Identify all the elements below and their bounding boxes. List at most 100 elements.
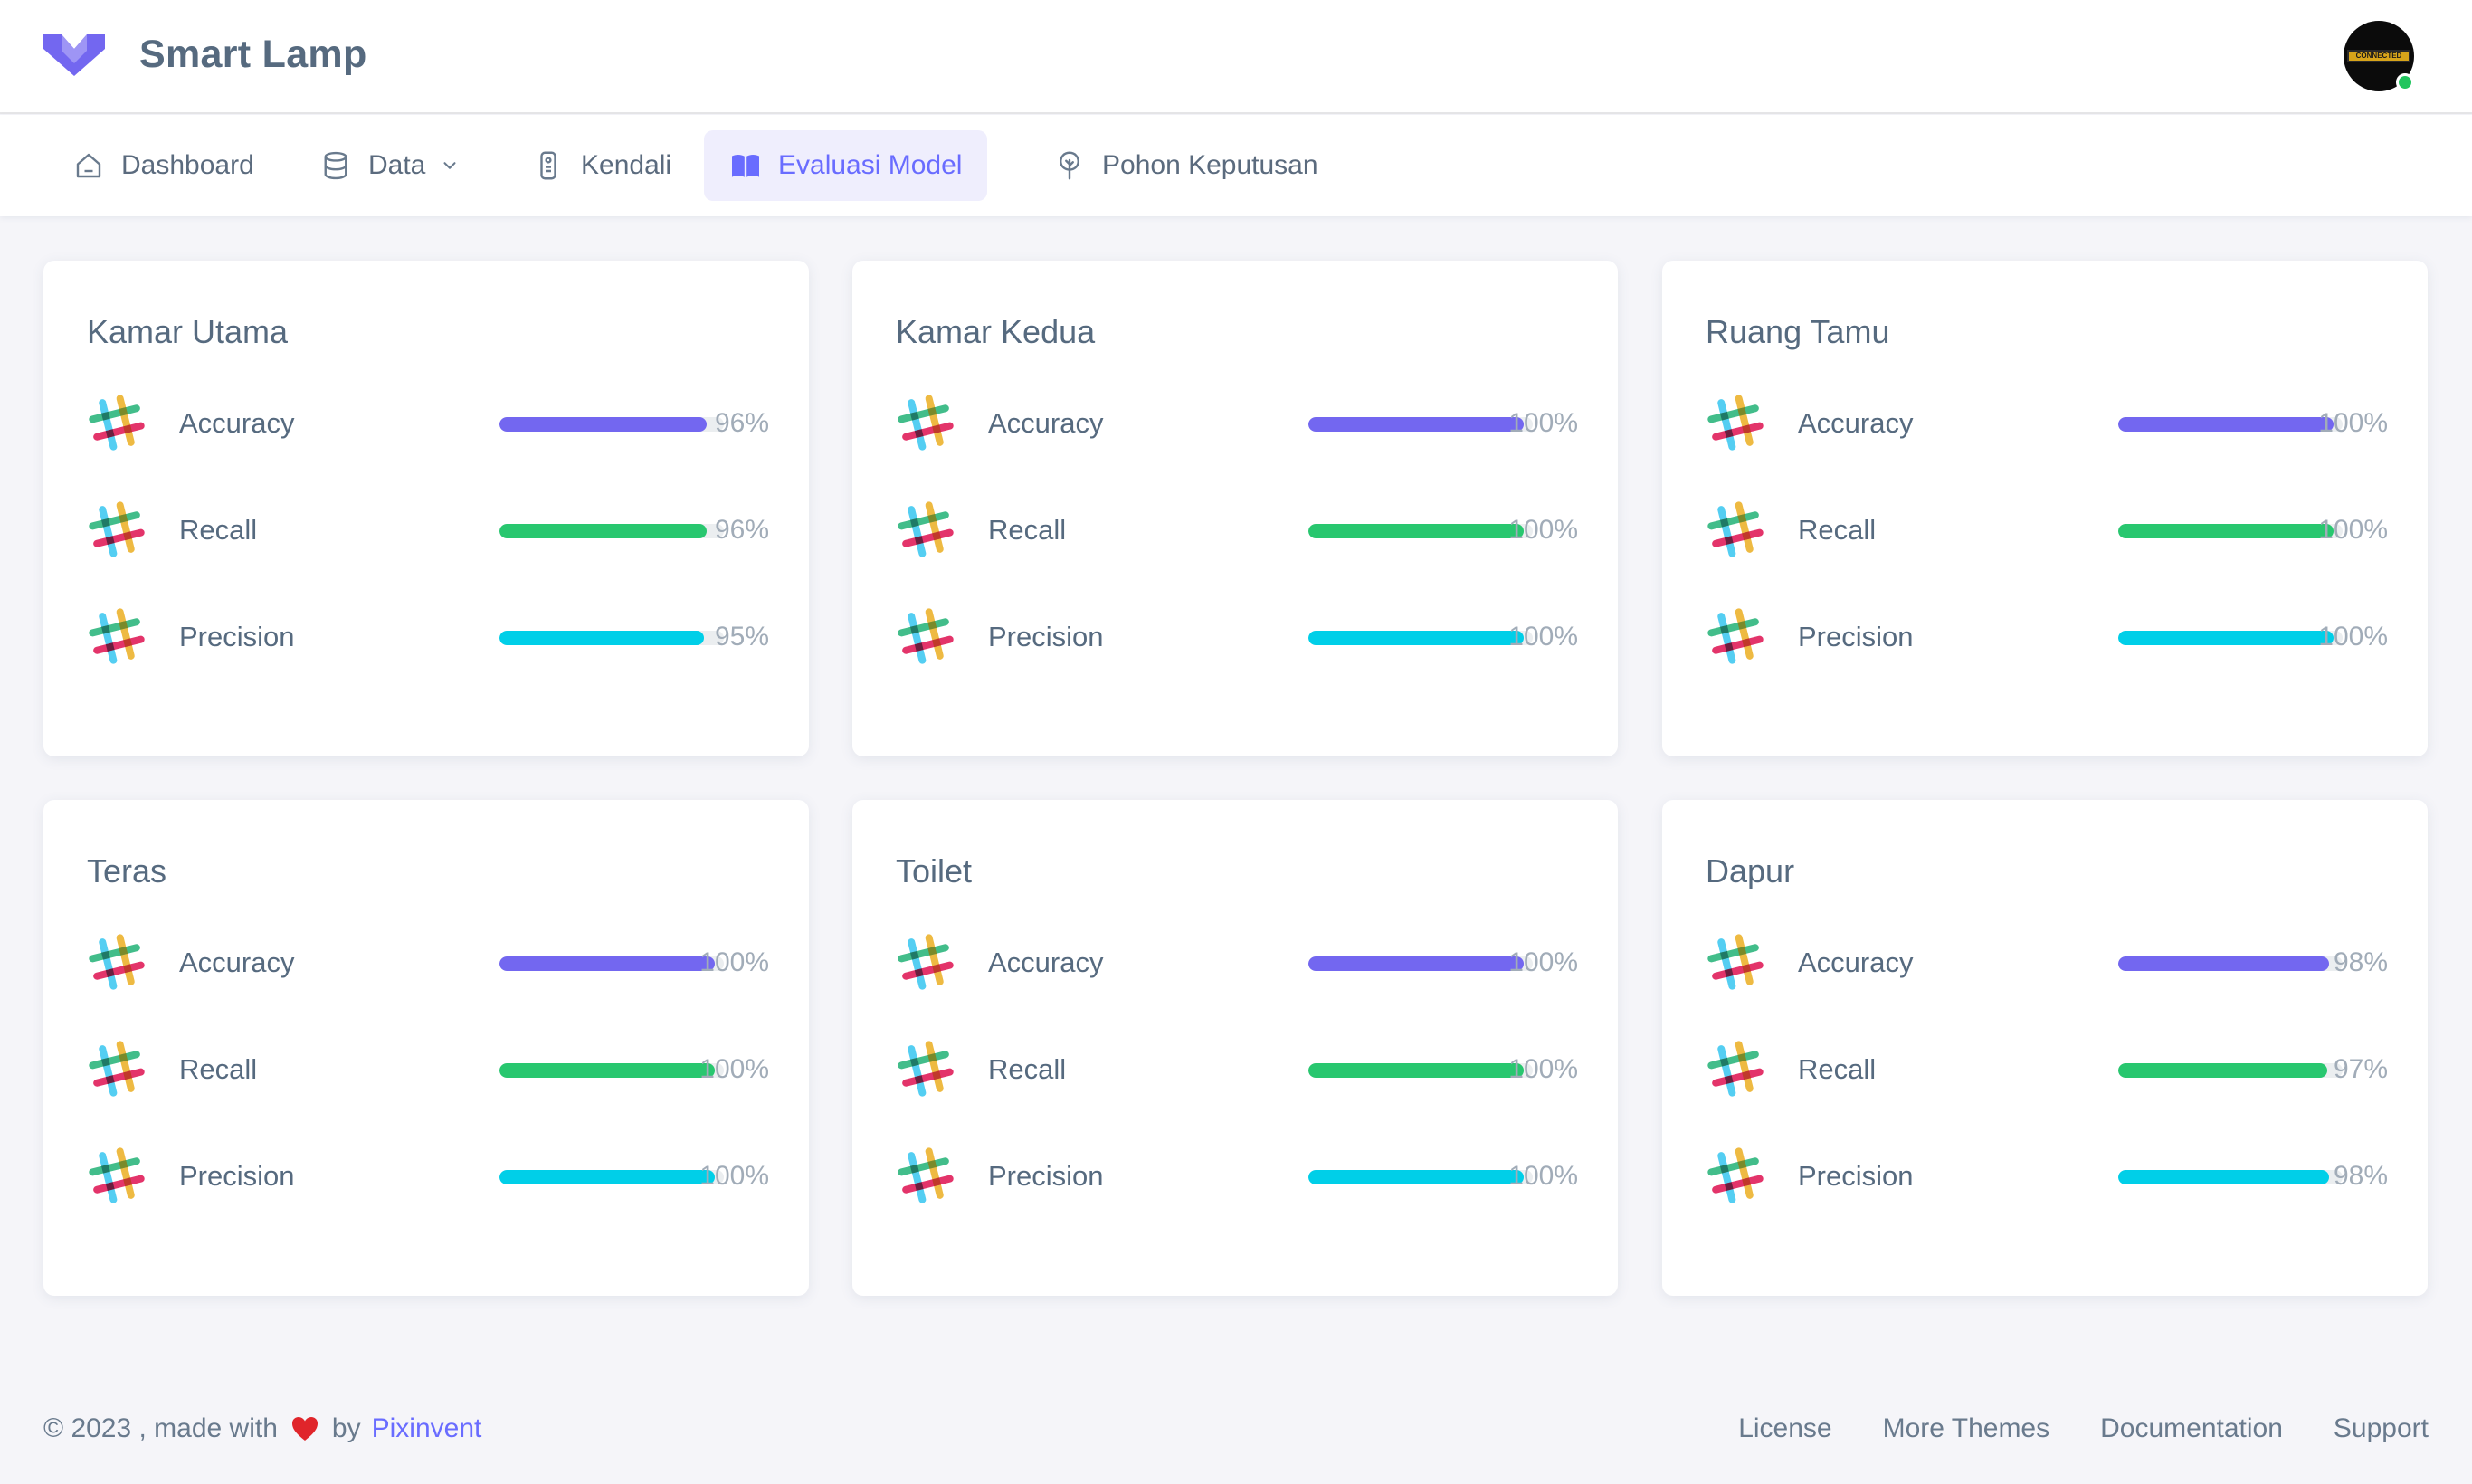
progress-bar (2118, 524, 2343, 538)
progress-bar (1308, 417, 1533, 432)
progress-bar (499, 1063, 724, 1078)
card-title: Dapur (1706, 852, 1795, 889)
footer-link-license[interactable]: License (1738, 1413, 1831, 1444)
progress-fill (1308, 417, 1525, 432)
slack-logo-icon (1706, 1146, 1765, 1205)
metric-label: Accuracy (1798, 947, 1914, 978)
heart-icon (291, 1417, 318, 1441)
online-status-dot (2396, 73, 2414, 91)
footer: © 2023 , made with by Pixinvent License … (0, 1408, 2472, 1453)
nav-label-evaluasi-model: Evaluasi Model (778, 150, 963, 180)
nav-label-kendali: Kendali (581, 150, 672, 180)
slack-logo-icon (1706, 499, 1765, 559)
progress-bar (1308, 956, 1533, 971)
footer-copyright: © 2023 , made with (43, 1413, 278, 1443)
progress-fill (499, 631, 705, 645)
metric-value: 100% (1508, 947, 1578, 977)
app-name: Smart Lamp (139, 32, 367, 76)
brand-logo-icon (43, 34, 105, 76)
nav-item-dashboard[interactable]: Dashboard (47, 130, 280, 201)
nav-item-pohon-keputusan[interactable]: Pohon Keputusan (1028, 130, 1344, 201)
brand[interactable]: Smart Lamp (42, 31, 367, 78)
metric-label: Recall (1798, 514, 1877, 546)
metric-label: Recall (988, 514, 1067, 546)
card-title: Toilet (896, 852, 973, 889)
footer-link-documentation[interactable]: Documentation (2100, 1413, 2283, 1444)
progress-fill (499, 524, 707, 538)
nav-label-pohon-keputusan: Pohon Keputusan (1102, 150, 1318, 180)
user-avatar[interactable]: CONNECTED CRAB (2344, 21, 2414, 91)
slack-logo-icon (1706, 1039, 1765, 1099)
slack-logo-icon (896, 393, 956, 452)
footer-links: License More Themes Documentation Suppor… (1688, 1413, 2429, 1444)
footer-link-more-themes[interactable]: More Themes (1883, 1413, 2050, 1444)
progress-fill (1308, 956, 1525, 971)
nav-label-data: Data (368, 150, 426, 180)
footer-brand-link[interactable]: Pixinvent (372, 1413, 482, 1444)
metric-label: Precision (1798, 621, 1914, 652)
metric-card: Kamar Kedua Accuracy 100% Recall 100% Precisi… (852, 261, 1618, 756)
nav-item-data[interactable]: Data (294, 130, 485, 201)
slack-logo-icon (896, 606, 956, 666)
metric-value: 100% (1508, 1054, 1578, 1084)
metric-row-precision: Precision 98% (1706, 1146, 2388, 1209)
home-icon (76, 153, 101, 178)
progress-fill (499, 1063, 716, 1078)
metric-value: 97% (2333, 1054, 2388, 1084)
card-title: Kamar Kedua (896, 313, 1096, 350)
footer-link-support[interactable]: Support (2334, 1413, 2429, 1444)
nav-item-kendali[interactable]: Kendali (507, 130, 697, 201)
metric-row-recall: Recall 100% (896, 1039, 1578, 1102)
progress-fill (2118, 1063, 2327, 1078)
nav-label-dashboard: Dashboard (121, 150, 254, 180)
database-icon (324, 151, 347, 180)
progress-fill (2118, 417, 2334, 432)
metric-row-accuracy: Accuracy 100% (1706, 393, 2388, 456)
metric-card: Teras Accuracy 100% Recall 100% Precision 100% (43, 800, 809, 1296)
metric-card: Kamar Utama Accuracy 96% Recall 96% Precision… (43, 261, 809, 756)
slack-logo-icon (1706, 393, 1765, 452)
metric-row-recall: Recall 100% (896, 499, 1578, 563)
progress-fill (499, 417, 707, 432)
nav-item-evaluasi-model[interactable]: Evaluasi Model (704, 130, 988, 201)
card-title: Ruang Tamu (1706, 313, 1890, 350)
metric-row-precision: Precision 100% (896, 606, 1578, 670)
progress-bar (1308, 1063, 1533, 1078)
progress-bar (2118, 1063, 2343, 1078)
metric-label: Accuracy (988, 407, 1104, 439)
progress-fill (499, 1170, 716, 1184)
progress-bar (499, 956, 724, 971)
slack-logo-icon (87, 932, 147, 992)
metric-row-recall: Recall 96% (87, 499, 769, 563)
metric-label: Precision (988, 621, 1104, 652)
footer-by: by (331, 1413, 361, 1443)
top-bar: Smart Lamp CONNECTED CRAB (0, 0, 2472, 114)
metric-row-accuracy: Accuracy 100% (87, 932, 769, 995)
metric-value: 100% (699, 947, 769, 977)
metric-value: 100% (699, 1054, 769, 1084)
metric-label: Recall (179, 1053, 258, 1085)
metric-card: Dapur Accuracy 98% Recall 97% Precision 98% (1662, 800, 2428, 1296)
progress-fill (1308, 1170, 1525, 1184)
metric-value: 100% (1508, 408, 1578, 438)
progress-bar (2118, 1170, 2343, 1184)
slack-logo-icon (896, 932, 956, 992)
metric-row-accuracy: Accuracy 96% (87, 393, 769, 456)
slack-logo-icon (896, 1039, 956, 1099)
slack-logo-icon (87, 1146, 147, 1205)
progress-fill (2118, 956, 2330, 971)
metric-row-accuracy: Accuracy 100% (896, 393, 1578, 456)
metric-row-accuracy: Accuracy 98% (1706, 932, 2388, 995)
card-title: Teras (87, 852, 167, 889)
metric-value: 100% (1508, 1161, 1578, 1191)
slack-logo-icon (1706, 606, 1765, 666)
metric-label: Accuracy (179, 407, 295, 439)
progress-fill (1308, 631, 1525, 645)
metric-row-recall: Recall 100% (87, 1039, 769, 1102)
metric-row-accuracy: Accuracy 100% (896, 932, 1578, 995)
progress-bar (499, 1170, 724, 1184)
progress-fill (1308, 524, 1525, 538)
metric-row-recall: Recall 97% (1706, 1039, 2388, 1102)
metric-value: 96% (714, 515, 769, 545)
progress-fill (2118, 631, 2334, 645)
